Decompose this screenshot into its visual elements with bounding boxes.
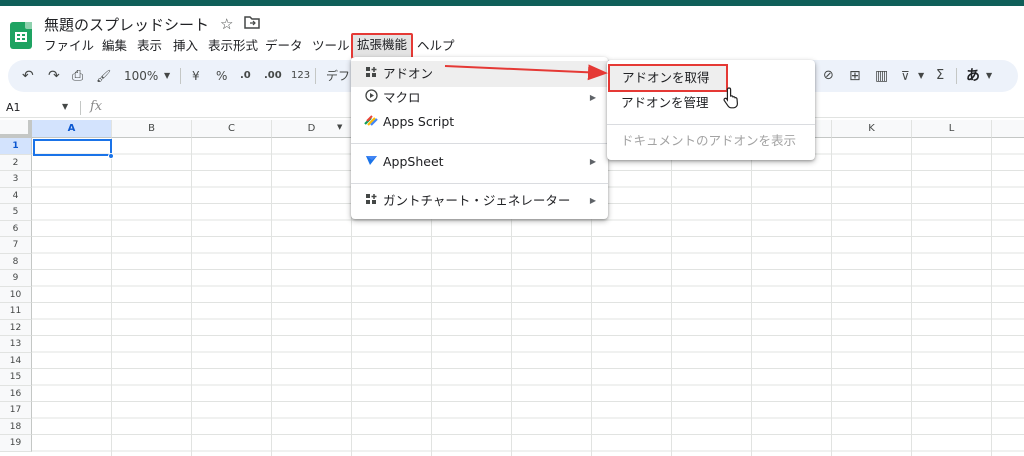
input-tools-button[interactable]: あ bbox=[966, 67, 980, 85]
gantt-addon-icon bbox=[363, 188, 379, 214]
print-icon[interactable]: ⎙ bbox=[72, 67, 83, 85]
name-box-caret-icon[interactable]: ▼ bbox=[62, 102, 68, 111]
row-header-16[interactable]: 16 bbox=[0, 385, 32, 402]
toolbar-separator bbox=[315, 68, 316, 84]
star-outline-icon[interactable]: ☆ bbox=[220, 15, 233, 33]
redo-icon[interactable]: ↷ bbox=[48, 67, 60, 85]
submenu-item-manage-addons[interactable]: アドオンを管理 bbox=[607, 90, 815, 116]
row-header-10[interactable]: 10 bbox=[0, 286, 32, 303]
menu-item-addons-label: アドオン bbox=[383, 66, 434, 81]
row-header-8[interactable]: 8 bbox=[0, 253, 32, 270]
top-accent-bar bbox=[0, 0, 1024, 6]
input-tools-caret-icon[interactable]: ▼ bbox=[986, 67, 992, 85]
row-header-3[interactable]: 3 bbox=[0, 171, 32, 188]
row-header-2[interactable]: 2 bbox=[0, 154, 32, 171]
functions-icon[interactable]: Σ bbox=[936, 67, 944, 85]
row-header-15[interactable]: 15 bbox=[0, 369, 32, 386]
menu-extensions[interactable]: 拡張機能 bbox=[351, 33, 414, 59]
menu-item-apps-script[interactable]: Apps Script bbox=[351, 109, 608, 135]
decrease-decimal-button[interactable]: .0 bbox=[240, 67, 251, 85]
menu-item-gantt-generator[interactable]: ガントチャート・ジェネレーター ▶ bbox=[351, 188, 608, 214]
menu-format[interactable]: 表示形式 bbox=[204, 36, 262, 56]
active-cell-a1[interactable] bbox=[33, 139, 112, 156]
google-sheets-logo-icon[interactable] bbox=[10, 22, 32, 49]
toolbar-separator bbox=[180, 68, 181, 84]
submenu-arrow-icon: ▶ bbox=[589, 196, 596, 205]
submenu-item-view-document-addons: ドキュメントのアドオンを表示 bbox=[621, 133, 797, 148]
formula-separator bbox=[80, 101, 81, 115]
submenu-arrow-icon: ▶ bbox=[589, 93, 596, 102]
undo-icon[interactable]: ↶ bbox=[22, 67, 34, 85]
fx-icon: fx bbox=[90, 99, 103, 114]
currency-format-button[interactable]: ¥ bbox=[192, 67, 200, 85]
menu-help[interactable]: ヘルプ bbox=[413, 36, 459, 56]
link-icon[interactable]: ⊘ bbox=[823, 67, 834, 85]
column-header-k[interactable]: K bbox=[832, 120, 912, 138]
zoom-caret-icon[interactable]: ▼ bbox=[164, 67, 170, 85]
row-header-18[interactable]: 18 bbox=[0, 418, 32, 435]
insert-chart-icon[interactable]: ▥ bbox=[875, 67, 888, 85]
row-header-7[interactable]: 7 bbox=[0, 237, 32, 254]
move-to-folder-icon[interactable] bbox=[244, 15, 260, 33]
column-header-c[interactable]: C bbox=[192, 120, 272, 138]
zoom-select[interactable]: 100% bbox=[124, 67, 158, 85]
extensions-menu: アドオン ▶ マクロ ▶ Apps Script AppSheet ▶ ガントチ… bbox=[351, 57, 608, 219]
addons-submenu: アドオンを取得 アドオンを管理 ドキュメントのアドオンを表示 bbox=[607, 60, 815, 160]
menu-item-gantt-generator-label: ガントチャート・ジェネレーター bbox=[383, 193, 571, 208]
menu-item-addons[interactable]: アドオン ▶ bbox=[351, 61, 608, 87]
menu-insert[interactable]: 挿入 bbox=[169, 36, 202, 56]
toolbar-separator bbox=[956, 68, 957, 84]
addon-icon bbox=[363, 61, 379, 87]
menu-item-macros[interactable]: マクロ ▶ bbox=[351, 85, 608, 111]
menu-item-macros-label: マクロ bbox=[383, 90, 421, 105]
insert-comment-icon[interactable]: ⊞ bbox=[849, 67, 861, 85]
menu-item-appsheet-label: AppSheet bbox=[383, 154, 444, 169]
number-format-button[interactable]: 123 bbox=[291, 67, 310, 85]
row-header-14[interactable]: 14 bbox=[0, 352, 32, 369]
hand-pointer-cursor-icon bbox=[722, 86, 742, 115]
apps-script-icon bbox=[363, 109, 379, 135]
row-header-12[interactable]: 12 bbox=[0, 319, 32, 336]
filter-caret-icon[interactable]: ▼ bbox=[918, 67, 924, 85]
macro-icon bbox=[363, 85, 379, 111]
row-header-9[interactable]: 9 bbox=[0, 270, 32, 287]
fill-handle[interactable] bbox=[108, 153, 114, 159]
submenu-separator bbox=[607, 124, 815, 125]
row-header-13[interactable]: 13 bbox=[0, 336, 32, 353]
menu-separator bbox=[351, 143, 608, 144]
paint-format-icon[interactable]: 🖌 bbox=[96, 67, 111, 85]
select-all-corner[interactable] bbox=[0, 120, 32, 138]
row-header-4[interactable]: 4 bbox=[0, 187, 32, 204]
increase-decimal-button[interactable]: .00 bbox=[264, 67, 282, 85]
menu-item-appsheet[interactable]: AppSheet ▶ bbox=[351, 149, 608, 175]
appsheet-icon bbox=[363, 149, 379, 175]
column-header-m[interactable] bbox=[992, 120, 1024, 138]
column-d-caret-icon[interactable]: ▼ bbox=[337, 123, 342, 131]
column-header-b[interactable]: B bbox=[112, 120, 192, 138]
menu-tools[interactable]: ツール bbox=[308, 36, 354, 56]
document-title[interactable]: 無題のスプレッドシート bbox=[44, 14, 209, 35]
row-header-17[interactable]: 17 bbox=[0, 402, 32, 419]
font-select[interactable]: デフ bbox=[326, 67, 350, 85]
submenu-arrow-icon: ▶ bbox=[589, 157, 596, 166]
column-header-l[interactable]: L bbox=[912, 120, 992, 138]
row-header-6[interactable]: 6 bbox=[0, 220, 32, 237]
row-header-1[interactable]: 1 bbox=[0, 138, 32, 155]
submenu-arrow-icon: ▶ bbox=[589, 69, 596, 78]
menu-edit[interactable]: 編集 bbox=[98, 36, 131, 56]
menu-file[interactable]: ファイル bbox=[40, 36, 98, 56]
filter-icon[interactable]: ⊽ bbox=[901, 67, 910, 85]
menu-item-apps-script-label: Apps Script bbox=[383, 114, 455, 129]
row-header-19[interactable]: 19 bbox=[0, 435, 32, 452]
column-header-a[interactable]: A bbox=[32, 120, 112, 138]
row-header-11[interactable]: 11 bbox=[0, 303, 32, 320]
name-box[interactable]: A1 bbox=[6, 101, 21, 114]
row-header-5[interactable]: 5 bbox=[0, 204, 32, 221]
menu-data[interactable]: データ bbox=[261, 36, 307, 56]
percent-format-button[interactable]: % bbox=[216, 67, 227, 85]
menu-view[interactable]: 表示 bbox=[133, 36, 166, 56]
submenu-item-get-addons[interactable]: アドオンを取得 bbox=[608, 64, 728, 92]
menu-separator bbox=[351, 183, 608, 184]
